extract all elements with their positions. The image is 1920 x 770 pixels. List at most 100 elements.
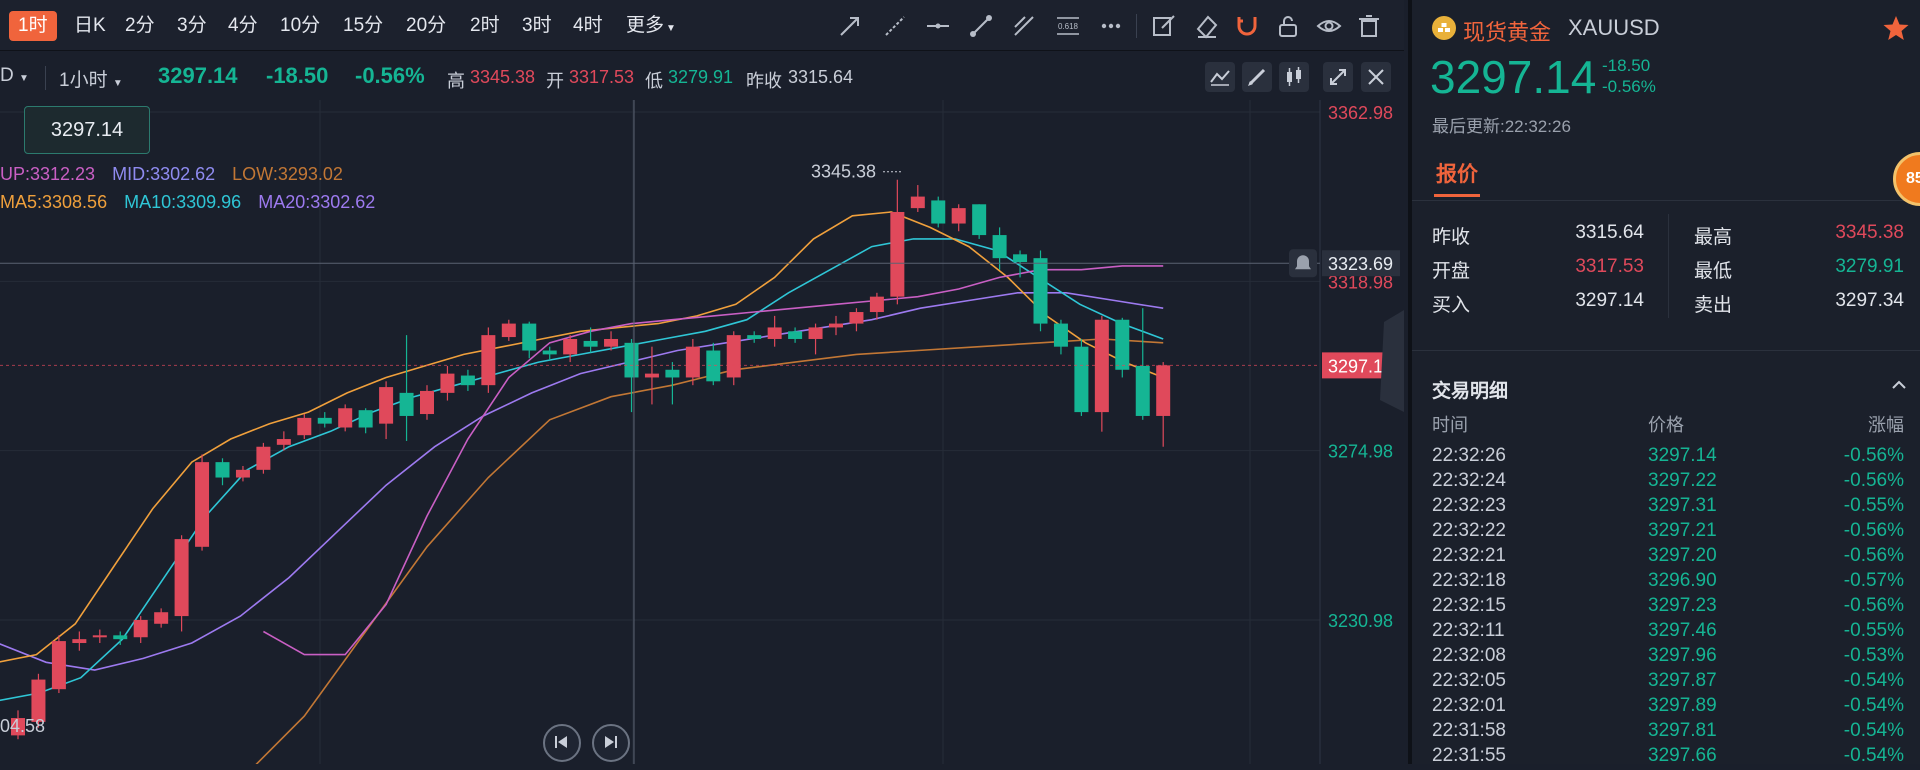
chart-toolbar: 1时 日K 2分 3分 4分 10分 15分 20分 2时 3时 4时 更多 ▼ …: [0, 0, 1404, 51]
timeframe-20m[interactable]: 20分: [402, 11, 450, 41]
crosshair-price-box: 3297.14: [24, 106, 150, 154]
gold-coin-icon: [1432, 16, 1456, 40]
skip-back-icon[interactable]: [543, 724, 581, 762]
parallel-channel-icon[interactable]: [1011, 13, 1037, 39]
candle-body: [215, 462, 230, 478]
indicator-icon[interactable]: [1205, 62, 1235, 92]
stat-prev-close: 3315.64: [1575, 222, 1644, 243]
candle-body: [297, 417, 312, 436]
unlock-icon[interactable]: [1275, 13, 1301, 39]
trend-arrow-icon[interactable]: [837, 13, 863, 39]
timeframe-3h[interactable]: 3时: [518, 11, 556, 41]
trade-price: 3297.31: [1648, 495, 1717, 516]
candle-body: [440, 373, 455, 393]
candle-body: [706, 350, 721, 382]
timeframe-4h[interactable]: 4时: [569, 11, 607, 41]
timeframe-1h[interactable]: 1时: [9, 11, 57, 41]
low-value: 3279.91: [668, 67, 734, 87]
skip-forward-icon[interactable]: [592, 724, 630, 762]
close-icon[interactable]: [1361, 62, 1391, 92]
ma10-label: MA10:3309.96: [124, 192, 242, 212]
boll-mid: MID:3302.62: [112, 164, 216, 184]
header-change: -18.50: [266, 63, 329, 88]
trade-change: -0.55%: [1843, 495, 1904, 516]
trash-icon[interactable]: [1356, 13, 1382, 39]
candle-body: [113, 635, 128, 640]
stat-open-label: 开盘: [1432, 261, 1471, 282]
high-marker: 3345.38: [811, 162, 876, 182]
stat-bid: 3297.14: [1575, 290, 1644, 311]
trade-price: 3297.87: [1648, 670, 1717, 691]
timeframe-4m[interactable]: 4分: [224, 11, 262, 41]
candle-body: [624, 342, 639, 378]
stat-low-label: 最低: [1694, 261, 1733, 282]
trade-change: -0.54%: [1843, 720, 1904, 741]
pencil-icon[interactable]: [1242, 62, 1272, 92]
trade-time: 22:32:08: [1432, 645, 1506, 666]
symbol-selector[interactable]: D ▼: [0, 65, 29, 87]
header-price: 3297.14: [158, 63, 238, 88]
candle-body: [338, 408, 353, 428]
candle-body: [1135, 365, 1150, 416]
candle-body: [276, 439, 291, 445]
trades-header-price: 价格: [1648, 415, 1684, 435]
more-tools-icon[interactable]: [1098, 13, 1124, 39]
segment-line-icon[interactable]: [968, 13, 994, 39]
candle-body: [51, 641, 66, 690]
eraser-icon[interactable]: [1194, 13, 1220, 39]
candle-body: [317, 417, 332, 424]
edit-note-icon[interactable]: [1151, 13, 1177, 39]
candle-body: [665, 369, 680, 378]
collapse-chevron-icon[interactable]: [1890, 376, 1908, 394]
interval-selector[interactable]: 1小时 ▼: [59, 65, 123, 92]
more-timeframes-button[interactable]: 更多 ▼: [622, 11, 680, 41]
trade-time: 22:32:22: [1432, 520, 1506, 541]
timeframe-daily[interactable]: 日K: [70, 11, 110, 41]
candle-body: [92, 635, 107, 638]
candle-body: [849, 312, 864, 324]
candle-type-icon[interactable]: [1279, 62, 1309, 92]
timeframe-3m[interactable]: 3分: [173, 11, 211, 41]
trade-change: -0.55%: [1843, 620, 1904, 641]
trade-time: 22:32:01: [1432, 695, 1506, 716]
instrument-name: 现货黄金: [1463, 20, 1552, 45]
candle-body: [379, 387, 394, 424]
ray-line-icon[interactable]: [882, 13, 908, 39]
last-updated: 最后更新:22:32:26: [1432, 117, 1571, 136]
chart-header: D ▼ 1小时 ▼ 3297.14 -18.50 -0.56% 高 3345.3…: [0, 54, 1404, 100]
candle-body: [1053, 323, 1068, 347]
fibonacci-icon[interactable]: 0.618: [1055, 13, 1081, 39]
chart-area[interactable]: 3362.98 3318.98 3274.98 3230.98 3323.69 3297.…: [0, 100, 1404, 764]
candle-body: [256, 446, 271, 470]
trade-time: 22:32:23: [1432, 495, 1506, 516]
star-icon[interactable]: [1882, 14, 1910, 42]
candle-body: [1013, 254, 1028, 263]
crosshair-price-text: 3323.69: [1328, 254, 1393, 274]
timeframe-10m[interactable]: 10分: [276, 11, 324, 41]
tab-quote[interactable]: 报价: [1436, 158, 1478, 188]
magnet-icon[interactable]: [1234, 13, 1260, 39]
stat-ask: 3297.34: [1835, 290, 1904, 311]
trade-change: -0.54%: [1843, 670, 1904, 691]
open-label: 开: [546, 71, 564, 91]
timeframe-2h[interactable]: 2时: [466, 11, 504, 41]
candle-body: [644, 373, 659, 378]
expand-icon[interactable]: [1323, 62, 1353, 92]
timeframe-2m[interactable]: 2分: [121, 11, 159, 41]
trades-header-change: 涨幅: [1868, 415, 1904, 435]
trade-change: -0.54%: [1843, 695, 1904, 716]
floating-badge[interactable]: 85: [1893, 152, 1920, 206]
trade-time: 22:32:11: [1432, 620, 1505, 641]
caret-down-icon: ▼: [666, 23, 676, 34]
candle-body: [931, 200, 946, 224]
trade-row: 22:32:21 3297.20 -0.56%: [1432, 545, 1904, 570]
timeframe-15m[interactable]: 15分: [339, 11, 387, 41]
horizontal-line-icon[interactable]: [925, 13, 951, 39]
trades-title: 交易明细: [1432, 381, 1509, 402]
panel-collapse-handle[interactable]: [1380, 310, 1404, 412]
eye-icon[interactable]: [1316, 13, 1342, 39]
prev-close-value: 3315.64: [788, 67, 854, 87]
boll-legend: UP:3312.23 MID:3302.62 LOW:3293.02: [0, 164, 355, 185]
stat-ask-label: 卖出: [1694, 295, 1733, 316]
more-label: 更多: [626, 15, 665, 36]
